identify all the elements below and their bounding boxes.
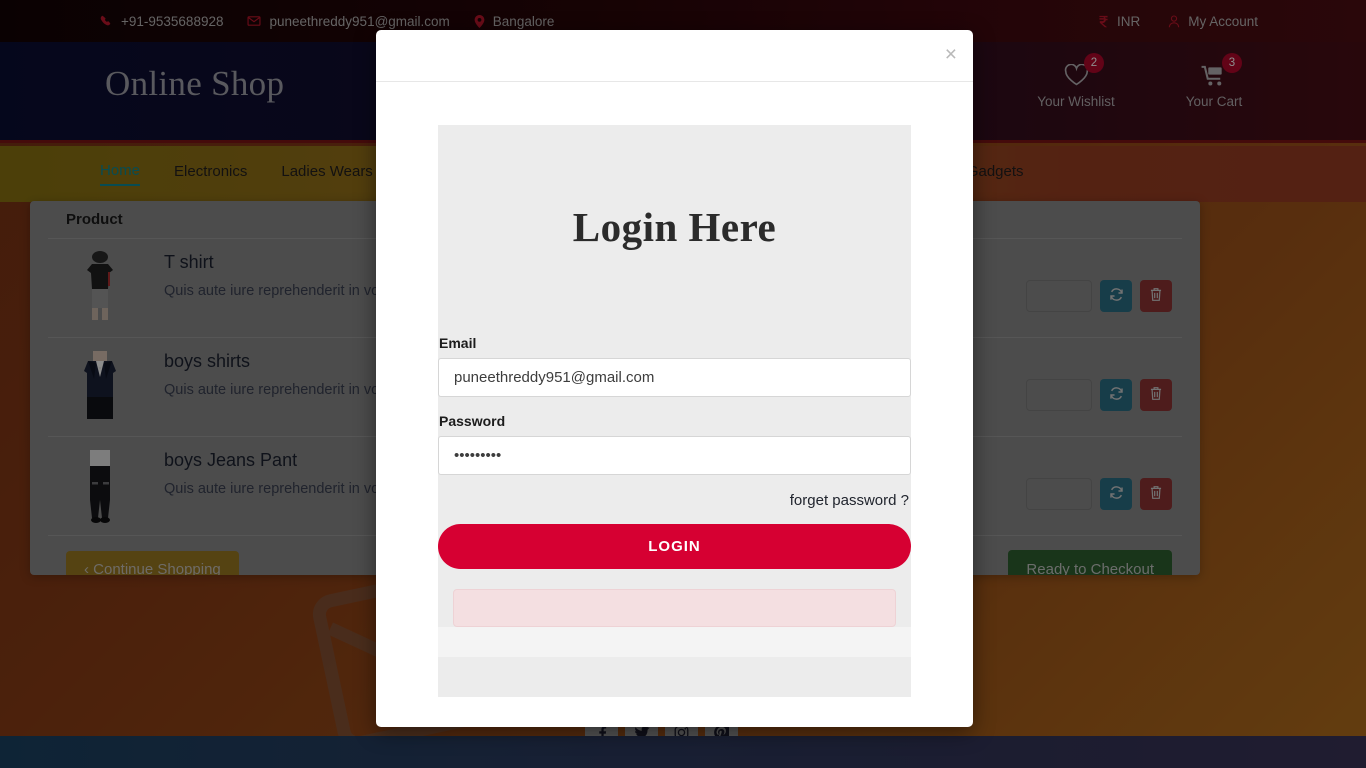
password-field[interactable] <box>438 436 911 475</box>
status-badge <box>453 589 896 627</box>
login-modal: × Login Here Email Password forget passw… <box>376 30 973 727</box>
email-label: Email <box>439 335 477 351</box>
card-footer <box>438 657 911 697</box>
modal-body: Login Here Email Password forget passwor… <box>376 82 973 697</box>
close-icon[interactable]: × <box>945 44 957 65</box>
password-label: Password <box>439 413 506 429</box>
login-form: Email Password forget password ? LOGIN <box>438 335 911 697</box>
login-card: Login Here Email Password forget passwor… <box>438 125 911 697</box>
page-title: Login Here <box>572 204 777 250</box>
forget-password-row: forget password ? <box>438 475 911 524</box>
modal-header: × <box>376 30 973 82</box>
login-button[interactable]: LOGIN <box>438 524 911 569</box>
field-spacer <box>438 397 911 413</box>
forget-password-link[interactable]: forget password ? <box>790 492 909 509</box>
card-spacer <box>438 627 911 657</box>
email-field[interactable] <box>438 358 911 397</box>
page-root: +91-9535688928 puneethreddy951@gmail.com… <box>0 0 1366 768</box>
